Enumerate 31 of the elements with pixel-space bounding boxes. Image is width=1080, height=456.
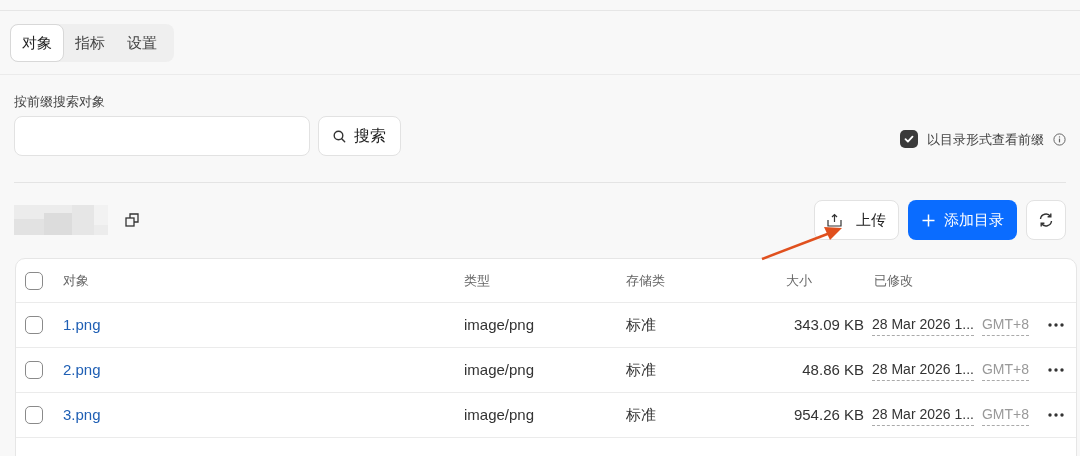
search-button[interactable]: 搜索 (318, 116, 401, 156)
size-cell-text: 48.86 KB (802, 359, 864, 380)
folder-view-label: 以目录形式查看前缀 (927, 130, 1044, 149)
modified-cell: 28 Mar 2026 1... (872, 359, 974, 381)
file-link[interactable]: 3.png (63, 405, 101, 423)
column-header: 大小 (786, 272, 812, 288)
column-header: 类型 (464, 272, 490, 288)
storage-cell: 标准 (626, 315, 656, 333)
storage-cell: 标准 (626, 405, 656, 423)
file-link[interactable]: 1.png (63, 315, 101, 333)
column-header: 已修改 (874, 272, 913, 288)
modified-cell: 28 Mar 2026 1... (872, 314, 974, 336)
tab[interactable]: 对象 (10, 24, 64, 62)
column-header: 对象 (63, 272, 89, 288)
file-link[interactable]: 2.png (63, 360, 101, 378)
tab[interactable]: 指标 (64, 24, 116, 62)
type-cell: image/png (464, 315, 535, 333)
size-cell-text: 954.26 KB (793, 404, 864, 425)
modified-cell: 28 Mar 2026 1... (872, 404, 974, 426)
add-folder-button[interactable]: 添加目录 (908, 200, 1017, 240)
size-cell-text: 343.09 KB (793, 314, 864, 335)
timezone-cell: GMT+8 (981, 314, 1030, 336)
upload-button[interactable]: 上传 (814, 200, 899, 240)
type-cell: image/png (464, 405, 535, 423)
column-header: 存储类 (626, 272, 665, 288)
storage-cell: 标准 (626, 360, 656, 378)
tab[interactable]: 设置 (116, 24, 168, 62)
search-label: 按前缀搜索对象 (14, 94, 106, 110)
timezone-cell: GMT+8 (981, 404, 1030, 426)
type-cell: image/png (464, 360, 535, 378)
timezone-cell: GMT+8 (981, 359, 1030, 381)
